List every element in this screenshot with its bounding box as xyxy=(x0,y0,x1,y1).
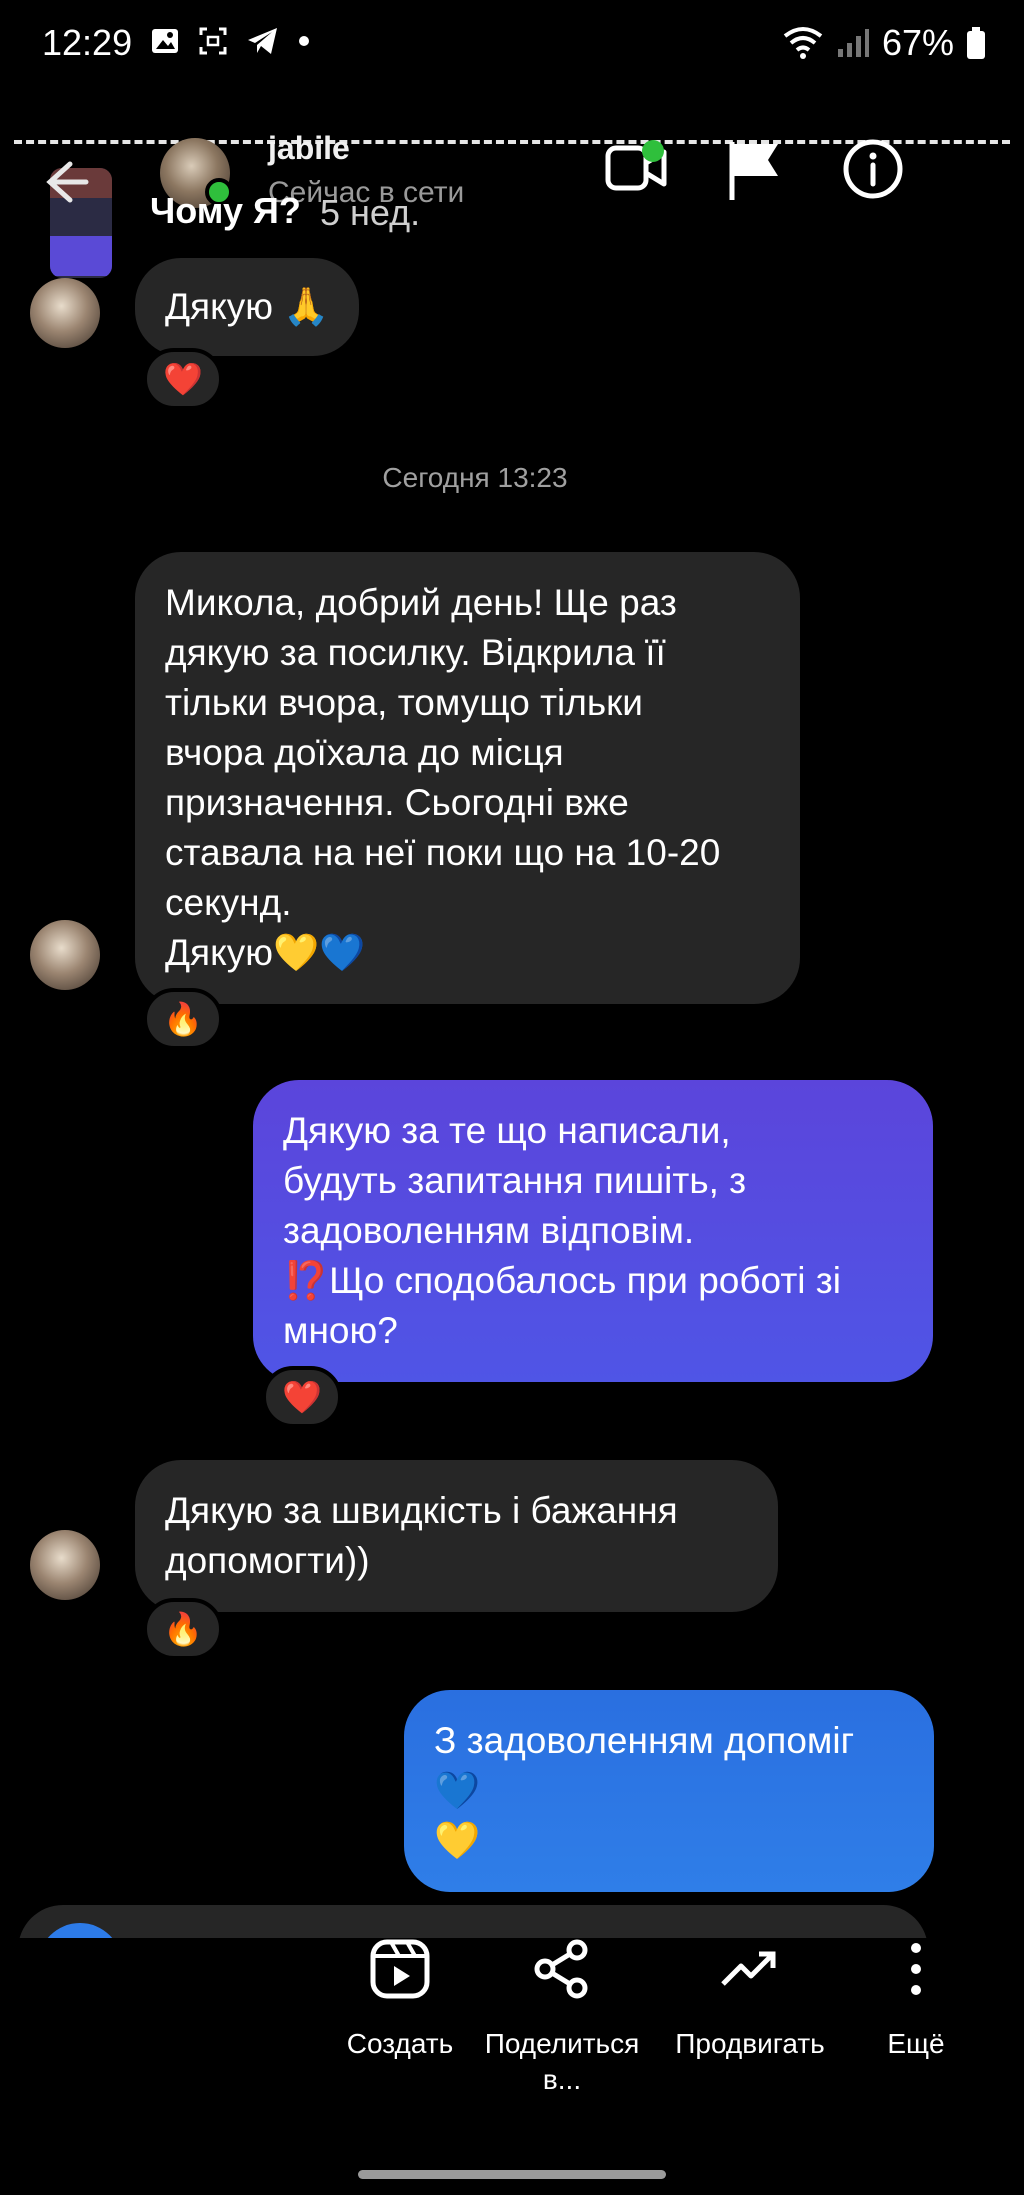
sender-avatar[interactable] xyxy=(30,920,100,990)
status-right: 67% xyxy=(782,22,986,64)
info-icon[interactable] xyxy=(842,138,904,200)
message-line: 💛 xyxy=(434,1820,481,1861)
action-label-2: в... xyxy=(542,2064,582,2095)
action-label: Создать xyxy=(346,2028,454,2059)
reaction-badge[interactable]: 🔥 xyxy=(143,1598,223,1660)
reaction-badge[interactable]: ❤️ xyxy=(262,1366,342,1428)
message-line: Микола, добрий день! Ще раз xyxy=(165,582,677,623)
sender-avatar[interactable] xyxy=(30,278,100,348)
battery-percentage: 67% xyxy=(881,22,954,63)
thread-title: Чому Я? xyxy=(150,190,301,231)
more-action[interactable]: Ещё xyxy=(866,1938,966,2062)
status-notification-icons xyxy=(150,26,310,56)
arrow-left-icon[interactable] xyxy=(30,152,90,212)
message-line: ставала на неї поки що на 10-20 xyxy=(165,832,721,873)
reaction-emoji: 🔥 xyxy=(163,1001,203,1037)
status-time: 12:29 xyxy=(42,22,133,63)
wifi-icon xyxy=(783,27,823,59)
message-outgoing[interactable]: З задоволенням допоміг 💙 💛 xyxy=(404,1690,934,1892)
share-action-bar: Создать Поделиться в... Продвигать Ещё xyxy=(0,1938,1024,2138)
screenshot-icon xyxy=(199,27,227,55)
message-incoming[interactable]: Дякую 🙏 xyxy=(135,258,360,356)
flag-icon[interactable] xyxy=(726,138,784,202)
promote-action[interactable]: Продвигать xyxy=(664,1938,836,2062)
reaction-emoji: ❤️ xyxy=(163,361,203,397)
timestamp-divider: Сегодня 13:23 xyxy=(382,462,568,493)
message-line: Дякую за швидкість і бажання xyxy=(165,1490,678,1531)
message-line: дякую за посилку. Відкрила її xyxy=(165,632,666,673)
message-line: Дякую💛💙 xyxy=(165,932,366,973)
reaction-emoji: 🔥 xyxy=(163,1611,203,1647)
reels-icon xyxy=(370,1939,430,1999)
battery-icon xyxy=(967,27,985,59)
message-line: секунд. xyxy=(165,882,292,923)
reaction-badge[interactable]: 🔥 xyxy=(143,988,223,1050)
message-line: З задоволенням допоміг xyxy=(434,1720,855,1761)
message-incoming[interactable]: Дякую за швидкість і бажання допомогти)) xyxy=(135,1460,778,1612)
reaction-emoji: ❤️ xyxy=(282,1379,322,1415)
more-vertical-icon xyxy=(911,1943,921,1995)
reaction-badge[interactable]: ❤️ xyxy=(143,348,223,410)
message-line: мною? xyxy=(283,1310,398,1351)
message-line: 💙 xyxy=(434,1770,481,1811)
telegram-icon xyxy=(248,28,277,54)
message-line: допомогти)) xyxy=(165,1540,370,1581)
sender-avatar[interactable] xyxy=(30,1530,100,1600)
chat-header: jabile Сейчас в сети Чому Я? 5 нед. xyxy=(0,130,1024,278)
signal-icon xyxy=(837,29,869,57)
thread-age: 5 нед. xyxy=(320,192,421,233)
create-action[interactable]: Создать xyxy=(330,1938,470,2062)
trending-up-icon xyxy=(721,1951,776,1986)
message-line: ⁉️Що сподобалось при роботі зі xyxy=(283,1260,841,1301)
action-label: Поделиться xyxy=(484,2028,640,2059)
contact-name[interactable]: jabile xyxy=(268,130,350,167)
message-line: Дякую за те що написали, xyxy=(283,1110,731,1151)
home-indicator[interactable] xyxy=(358,2170,666,2179)
message-line: тільки вчора, томущо тільки xyxy=(165,682,643,723)
message-text: Дякую 🙏 xyxy=(165,286,330,327)
message-line: вчора доїхала до місця xyxy=(165,732,564,773)
share-icon xyxy=(534,1939,588,1999)
message-line: задоволенням відповім. xyxy=(283,1210,695,1251)
message-line: будуть запитання пишіть, з xyxy=(283,1160,747,1201)
message-incoming[interactable]: Микола, добрий день! Ще раз дякую за пос… xyxy=(135,552,800,1004)
message-outgoing[interactable]: Дякую за те що написали, будуть запитанн… xyxy=(253,1080,933,1382)
action-label: Продвигать xyxy=(675,2028,825,2059)
dot-icon xyxy=(299,36,309,46)
status-bar: 12:29 67% xyxy=(0,0,1024,90)
message-line: призначення. Сьогодні вже xyxy=(165,782,629,823)
action-label: Ещё xyxy=(887,2028,945,2059)
gallery-icon xyxy=(152,29,178,53)
share-action[interactable]: Поделиться в... xyxy=(474,1938,650,2098)
video-online-dot xyxy=(642,140,664,162)
